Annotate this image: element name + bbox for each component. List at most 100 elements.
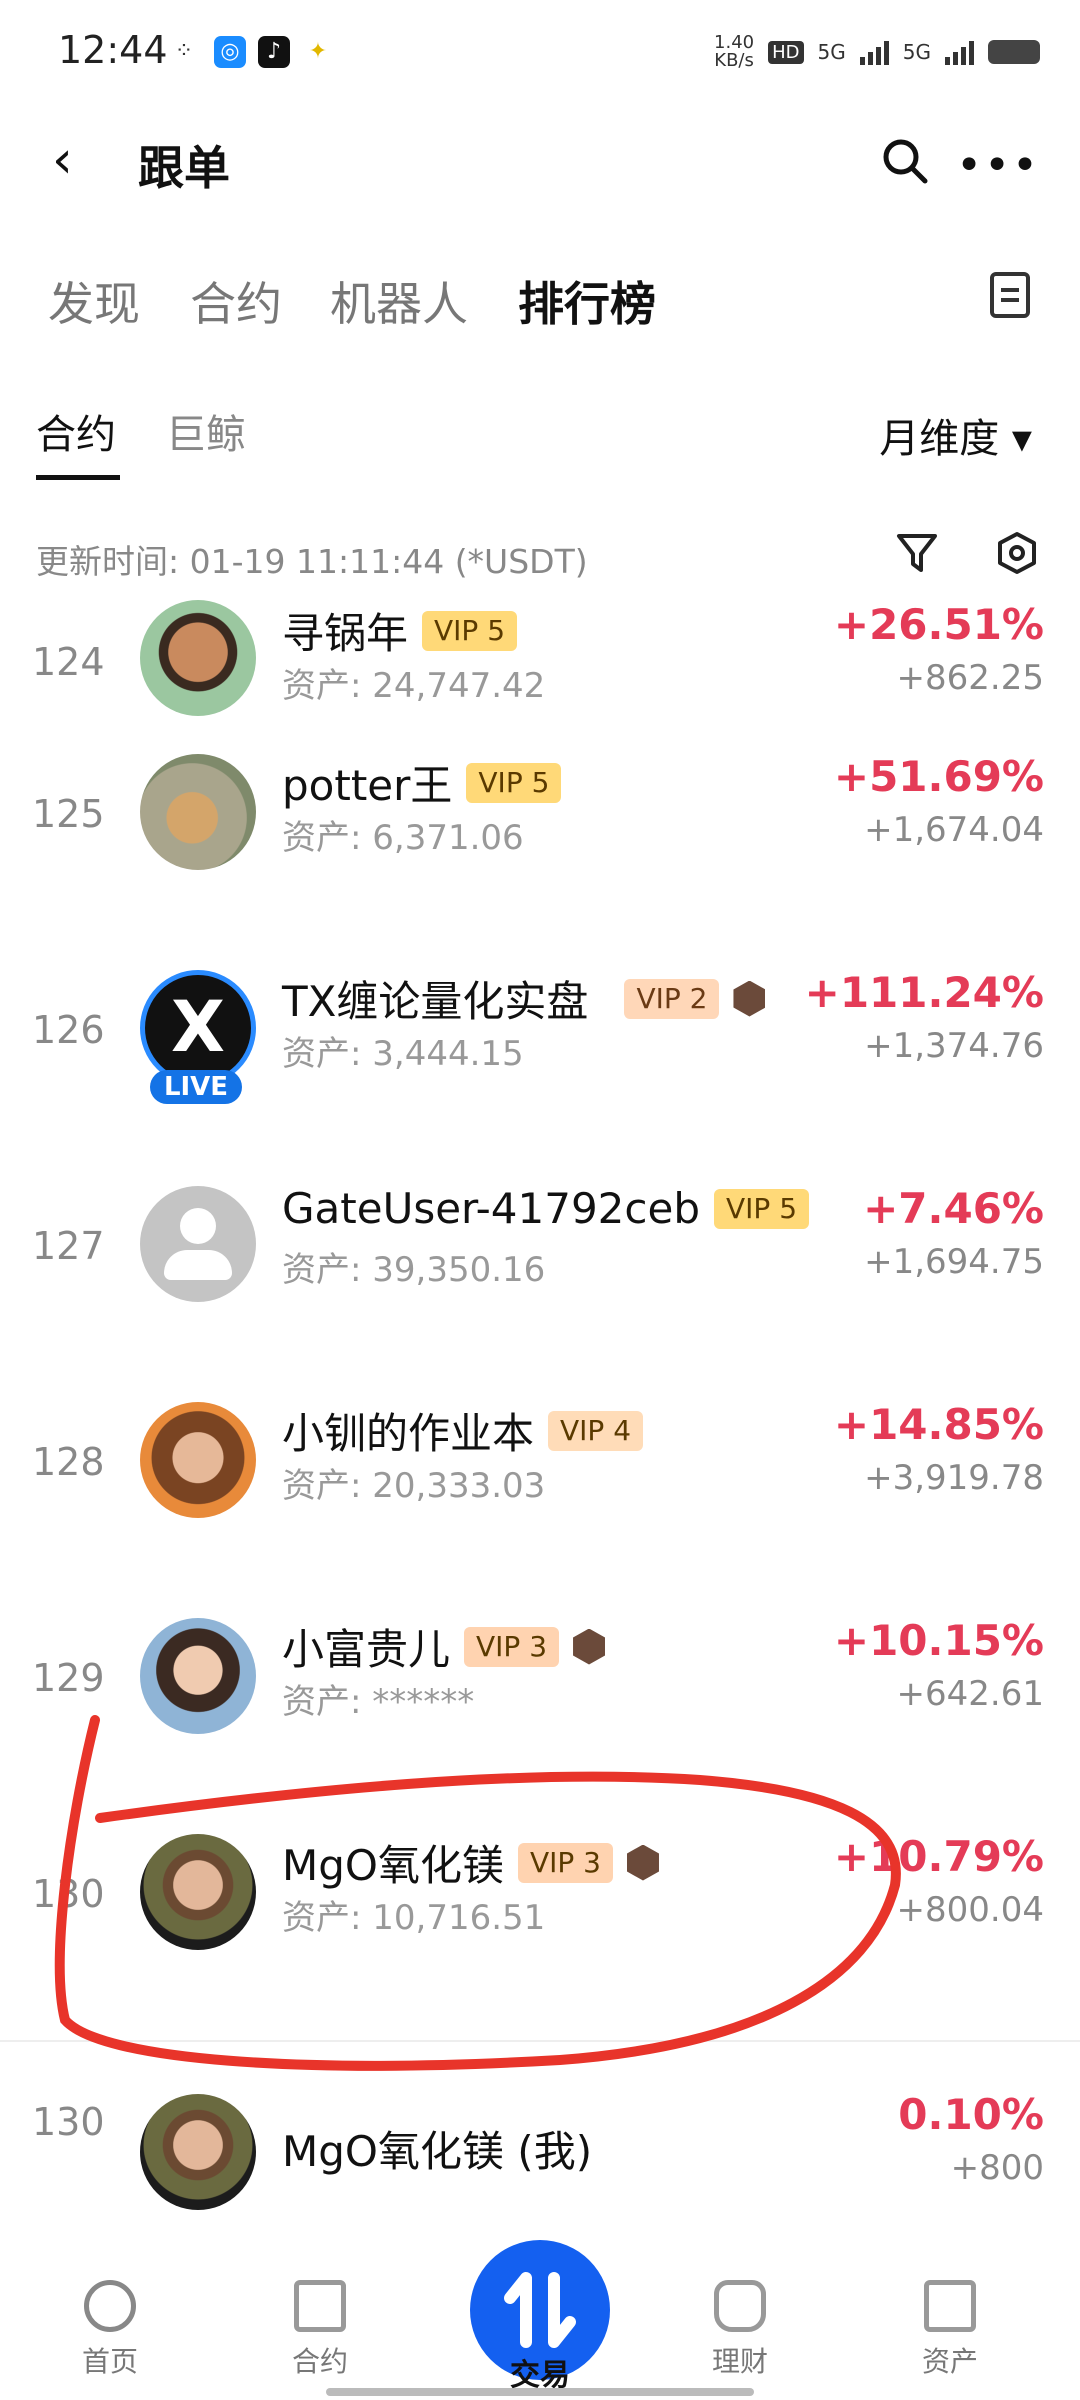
trader-name-text: MgO氧化镁 [282, 1841, 504, 1890]
list-item[interactable]: 125 potter王 VIP 5 资产: 6,371.06 +51.69% +… [0, 732, 1080, 948]
profit-amount: +3,919.78 [864, 1458, 1044, 1498]
live-badge[interactable]: LIVE [150, 1070, 242, 1104]
my-name: MgO氧化镁 (我) [282, 2127, 593, 2176]
rabbit-notification-icon: ✦ [308, 39, 328, 64]
my-rank: 130 [32, 2100, 105, 2144]
nav-assets[interactable]: 资产 [870, 2280, 1030, 2380]
tab-contract[interactable]: 合约 [190, 268, 282, 334]
page-title: 跟单 [138, 141, 230, 195]
trader-name: 寻锅年 VIP 5 [282, 600, 518, 661]
filter-icon[interactable] [894, 530, 940, 576]
rank: 124 [32, 640, 105, 684]
settings-hex-icon[interactable] [994, 530, 1040, 576]
list-item[interactable]: 126 X LIVE TX缠论量化实盘 VIP 2 资产: 3,444.15 +… [0, 948, 1080, 1164]
more-menu-button[interactable]: ••• [956, 140, 1040, 191]
my-rank-row[interactable]: 130 MgO氧化镁 (我) 0.10% +800 [0, 2040, 1080, 2220]
nav-home-label: 首页 [81, 2345, 138, 2378]
leaderboard-list: 124 寻锅年 VIP 5 资产: 24,747.42 +26.51% +862… [0, 600, 1080, 2200]
profit-amount: +1,694.75 [864, 1242, 1044, 1282]
avatar[interactable] [140, 600, 256, 716]
net-speed: 1.40 KB/s [714, 34, 754, 70]
vip-badge: VIP 5 [422, 610, 518, 651]
nav-home[interactable]: 首页 [30, 2280, 190, 2380]
bottom-nav: 首页 合约 交易 理财 资产 [0, 2220, 1080, 2400]
avatar[interactable] [140, 1618, 256, 1734]
list-item[interactable]: 130 MgO氧化镁 VIP 3 资产: 10,716.51 +10.79% +… [0, 1812, 1080, 2028]
divider [0, 2040, 1080, 2042]
trader-name-text: TX缠论量化实盘 [282, 977, 589, 1026]
default-avatar-icon[interactable] [140, 1186, 256, 1302]
document-icon[interactable] [990, 272, 1030, 318]
status-indicators: 1.40 KB/s HD 5G 5G [714, 34, 1040, 70]
trader-name: TX缠论量化实盘 VIP 2 [282, 968, 766, 1029]
trader-name-text: GateUser-41792ceb [282, 1184, 700, 1233]
vip-badge: VIP 3 [464, 1626, 560, 1667]
profit-amount: +642.61 [896, 1674, 1044, 1714]
nav-assets-label: 资产 [921, 2345, 978, 2378]
profit-amount: +800.04 [896, 1890, 1044, 1930]
profit-percent: +14.85% [833, 1400, 1044, 1449]
vip-badge: VIP 5 [466, 762, 562, 803]
nav-finance[interactable]: 理财 [660, 2280, 820, 2380]
wallet-icon [924, 2280, 976, 2332]
rank: 127 [32, 1224, 105, 1268]
rank: 130 [32, 1872, 105, 1916]
subtab-contract[interactable]: 合约 [36, 402, 116, 460]
profit-percent: +10.79% [833, 1832, 1044, 1881]
finance-icon [714, 2280, 766, 2332]
hd-badge: HD [768, 40, 804, 64]
asset-text: 资产: 24,747.42 [282, 666, 546, 706]
vip-badge: VIP 3 [517, 1842, 613, 1883]
asset-text: 资产: ****** [282, 1682, 475, 1722]
trader-name: 小富贵儿 VIP 3 [282, 1616, 606, 1677]
status-time: 12:44 [58, 28, 168, 72]
app-notification-icon: ⁘ [174, 39, 194, 64]
trader-name: 小钏的作业本 VIP 4 [282, 1400, 644, 1461]
list-item[interactable]: 127 GateUser-41792ceb VIP 5 资产: 39,350.1… [0, 1164, 1080, 1380]
home-icon [84, 2280, 136, 2332]
asset-text: 资产: 39,350.16 [282, 1250, 546, 1290]
rank: 129 [32, 1656, 105, 1700]
medal-icon [733, 980, 766, 1017]
medal-icon [626, 1844, 659, 1881]
asset-text: 资产: 10,716.51 [282, 1898, 546, 1938]
avatar[interactable] [140, 1402, 256, 1518]
asset-text: 资产: 3,444.15 [282, 1034, 524, 1074]
my-avatar[interactable] [140, 2094, 256, 2210]
browser-notification-icon: ◎ [214, 36, 246, 68]
subtab-indicator [36, 475, 120, 480]
search-icon[interactable] [880, 136, 930, 186]
vip-badge: VIP 4 [548, 1410, 644, 1451]
profit-amount: +1,374.76 [864, 1026, 1044, 1066]
net2-label: 5G [902, 40, 931, 64]
vip-badge: VIP 2 [624, 978, 720, 1019]
list-item[interactable]: 124 寻锅年 VIP 5 资产: 24,747.42 +26.51% +862… [0, 600, 1080, 736]
net1-label: 5G [817, 40, 846, 64]
trader-name: GateUser-41792ceb VIP 5 [282, 1184, 810, 1233]
trader-name: MgO氧化镁 VIP 3 [282, 1832, 659, 1893]
net-speed-unit: KB/s [714, 50, 754, 71]
signal-icon-2 [945, 39, 974, 65]
subtab-whale[interactable]: 巨鲸 [166, 402, 246, 460]
avatar[interactable] [140, 754, 256, 870]
trader-name-text: 寻锅年 [282, 609, 409, 658]
trader-name: potter王 VIP 5 [282, 752, 562, 813]
nav-contract[interactable]: 合约 [240, 2280, 400, 2380]
profit-percent: +111.24% [804, 968, 1044, 1017]
contract-icon [294, 2280, 346, 2332]
list-item[interactable]: 128 小钏的作业本 VIP 4 资产: 20,333.03 +14.85% +… [0, 1380, 1080, 1596]
tab-robot[interactable]: 机器人 [330, 268, 468, 334]
avatar[interactable] [140, 1834, 256, 1950]
update-time: 更新时间: 01-19 11:11:44 (*USDT) [36, 542, 588, 581]
tab-discover[interactable]: 发现 [48, 268, 140, 334]
list-item[interactable]: 129 小富贵儿 VIP 3 资产: ****** +10.15% +642.6… [0, 1596, 1080, 1812]
tab-leaderboard[interactable]: 排行榜 [518, 268, 656, 334]
profit-amount: +1,674.04 [864, 810, 1044, 850]
nav-finance-label: 理财 [711, 2345, 768, 2378]
profit-percent: +10.15% [833, 1616, 1044, 1665]
home-indicator[interactable] [326, 2388, 754, 2396]
back-button[interactable]: ‹ [52, 130, 73, 190]
period-selector[interactable]: 月维度 ▾ [879, 406, 1032, 464]
trader-name-text: 小钏的作业本 [282, 1409, 535, 1458]
avatar-x-logo[interactable]: X [140, 970, 256, 1086]
